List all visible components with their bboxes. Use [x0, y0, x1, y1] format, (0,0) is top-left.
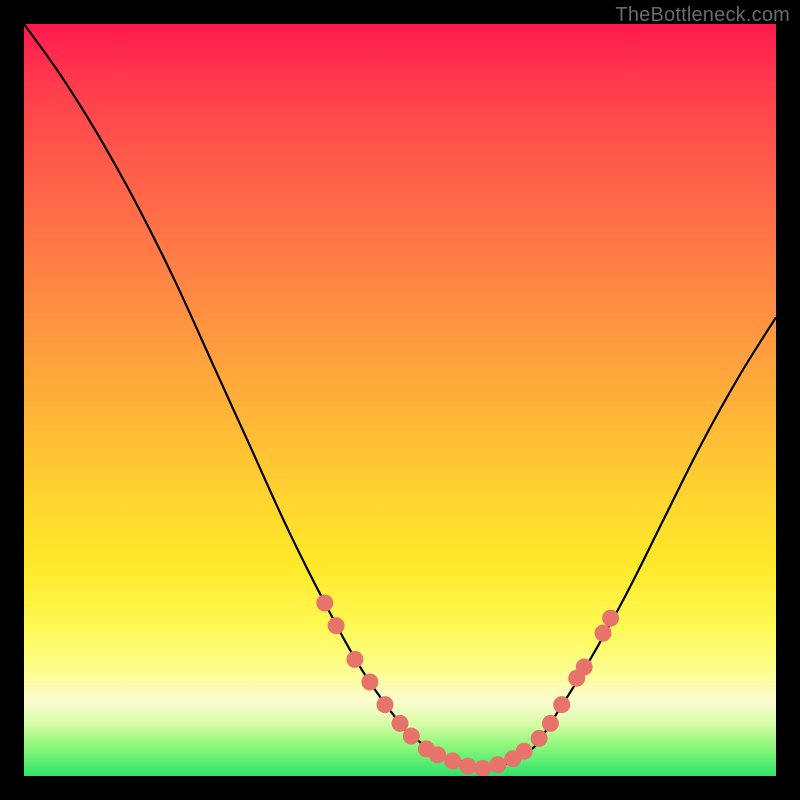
- curve-dot: [346, 651, 363, 668]
- curve-dot: [602, 610, 619, 627]
- chart-gradient-frame: [24, 24, 776, 776]
- curve-dot: [489, 756, 506, 773]
- bottleneck-curve-path: [24, 24, 776, 769]
- curve-dot: [361, 674, 378, 691]
- curve-dot: [595, 625, 612, 642]
- curve-dot: [553, 696, 570, 713]
- curve-dot: [474, 760, 491, 776]
- curve-dot: [444, 753, 461, 770]
- curve-dot: [516, 743, 533, 760]
- curve-dot: [459, 758, 476, 775]
- curve-dot: [531, 730, 548, 747]
- curve-dot: [429, 746, 446, 763]
- curve-dot: [403, 728, 420, 745]
- curve-dot: [576, 659, 593, 676]
- watermark-text: TheBottleneck.com: [615, 4, 790, 27]
- curve-dot: [377, 696, 394, 713]
- curve-dot: [316, 595, 333, 612]
- curve-dot: [392, 715, 409, 732]
- curve-dot: [542, 715, 559, 732]
- curve-dots-group: [316, 595, 619, 777]
- bottleneck-curve-svg: [24, 24, 776, 776]
- curve-dot: [328, 617, 345, 634]
